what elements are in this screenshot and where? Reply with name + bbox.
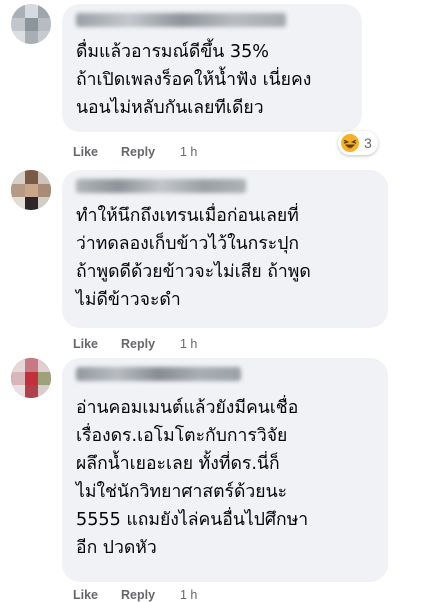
comment-bubble: ดื่มแล้วอารมณ์ดีขึ้น 35% ถ้าเปิดเพลงร็อค… bbox=[62, 4, 362, 132]
reply-button[interactable]: Reply bbox=[121, 145, 155, 159]
comment-text: ดื่มแล้วอารมณ์ดีขึ้น 35% ถ้าเปิดเพลงร็อค… bbox=[76, 42, 312, 118]
comment-timestamp[interactable]: 1 h bbox=[180, 588, 197, 602]
comment-bubble: อ่านคอมเมนต์แล้วยังมีคนเชื่อ เรื่องดร.เอ… bbox=[62, 358, 388, 582]
comment-bubble: ทำให้นึกถึงเทรนเมื่อก่อนเลยที่ ว่าทดลองเ… bbox=[62, 170, 388, 328]
comment-timestamp[interactable]: 1 h bbox=[180, 337, 197, 351]
blurred-author-name bbox=[76, 13, 286, 27]
comment-text: อ่านคอมเมนต์แล้วยังมีคนเชื่อ เรื่องดร.เอ… bbox=[76, 398, 309, 558]
laughing-emoji-icon bbox=[341, 134, 359, 152]
blurred-author-name bbox=[76, 179, 246, 193]
like-button[interactable]: Like bbox=[73, 588, 98, 602]
comment-text: ทำให้นึกถึงเทรนเมื่อก่อนเลยที่ ว่าทดลองเ… bbox=[76, 206, 311, 310]
avatar[interactable] bbox=[11, 170, 51, 210]
reaction-count: 3 bbox=[364, 135, 372, 151]
reply-button[interactable]: Reply bbox=[121, 588, 155, 602]
avatar[interactable] bbox=[11, 4, 51, 44]
avatar[interactable] bbox=[11, 358, 51, 398]
like-button[interactable]: Like bbox=[73, 145, 98, 159]
reply-button[interactable]: Reply bbox=[121, 337, 155, 351]
blurred-author-name bbox=[76, 367, 241, 381]
reaction-summary[interactable]: 3 bbox=[338, 131, 378, 155]
comment-timestamp[interactable]: 1 h bbox=[180, 145, 197, 159]
like-button[interactable]: Like bbox=[73, 337, 98, 351]
